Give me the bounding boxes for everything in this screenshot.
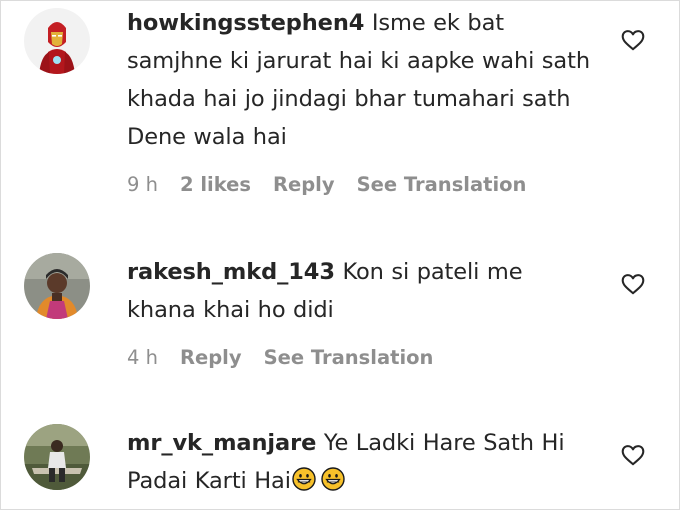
comment-username[interactable]: mr_vk_manjare xyxy=(127,430,316,456)
likes-count[interactable]: 2 likes xyxy=(180,173,251,196)
iron-man-avatar-icon xyxy=(24,8,90,74)
avatar[interactable] xyxy=(24,8,90,74)
see-translation-button[interactable]: See Translation xyxy=(357,173,527,196)
person-photo-avatar-icon xyxy=(24,253,90,319)
comment-text: howkingsstephen4 Isme ek bat samjhne ki … xyxy=(127,4,597,156)
grinning-face-emoji-icon xyxy=(292,467,316,491)
grinning-face-emoji-icon xyxy=(321,467,345,491)
comment-username[interactable]: howkingsstephen4 xyxy=(127,10,364,36)
heart-outline-icon[interactable] xyxy=(620,27,646,53)
comment-time[interactable]: 4 h xyxy=(127,346,158,369)
person-outdoor-avatar-icon xyxy=(24,424,90,490)
reply-button[interactable]: Reply xyxy=(273,173,335,196)
reply-button[interactable]: Reply xyxy=(180,346,242,369)
heart-outline-icon[interactable] xyxy=(620,442,646,468)
comment-text: mr_vk_manjare Ye Ladki Hare Sath Hi Pada… xyxy=(127,424,597,500)
comment-text: rakesh_mkd_143 Kon si pateli me khana kh… xyxy=(127,253,597,329)
comment-username[interactable]: rakesh_mkd_143 xyxy=(127,259,335,285)
comment-meta: 4 h Reply See Translation xyxy=(127,346,597,369)
comment-meta: 9 h 2 likes Reply See Translation xyxy=(127,173,597,196)
avatar[interactable] xyxy=(24,253,90,319)
heart-outline-icon[interactable] xyxy=(620,271,646,297)
see-translation-button[interactable]: See Translation xyxy=(264,346,434,369)
avatar[interactable] xyxy=(24,424,90,490)
comment-time[interactable]: 9 h xyxy=(127,173,158,196)
